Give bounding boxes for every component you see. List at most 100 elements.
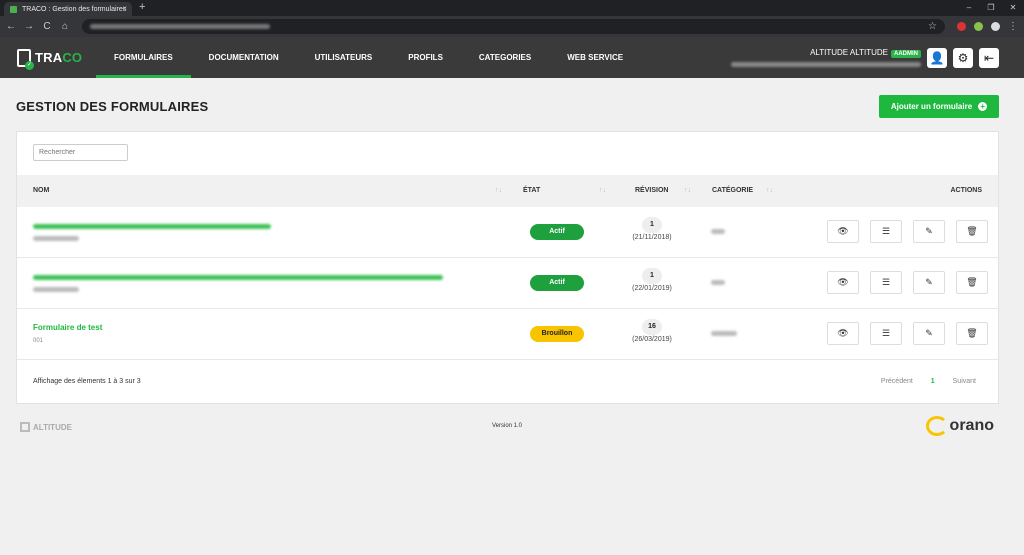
prev-page-link[interactable]: Précédent bbox=[881, 378, 913, 385]
form-name-redacted[interactable] bbox=[33, 224, 271, 229]
revision-date: (22/01/2019) bbox=[632, 285, 672, 292]
page-header: GESTION DES FORMULAIRES Ajouter un formu… bbox=[16, 95, 999, 118]
table-row: Formulaire de test 001 Brouillon 16 (26/0… bbox=[17, 309, 998, 360]
user-name: ALTITUDE ALTITUDE bbox=[810, 48, 888, 57]
list-button[interactable]: ☰ bbox=[870, 322, 902, 345]
logout-icon: ⇤ bbox=[983, 50, 995, 65]
nav-formulaires[interactable]: FORMULAIRES bbox=[96, 37, 191, 78]
col-revision[interactable]: RÉVISION bbox=[635, 187, 668, 194]
revision-cell: 16 (26/03/2019) bbox=[622, 319, 682, 343]
view-button[interactable]: 👁 bbox=[827, 220, 859, 243]
eye-icon: 👁 bbox=[837, 277, 849, 287]
settings-button[interactable]: ⚙ bbox=[953, 47, 973, 68]
altitude-mark-icon bbox=[20, 422, 30, 432]
edit-icon: ✎ bbox=[925, 226, 933, 236]
list-icon: ☰ bbox=[881, 277, 891, 287]
row-actions: 👁 ☰ ✎ 🗑 bbox=[827, 220, 988, 243]
row-actions: 👁 ☰ ✎ 🗑 bbox=[827, 322, 988, 345]
browser-menu-icon[interactable]: ⋮ bbox=[1008, 21, 1018, 32]
view-button[interactable]: 👁 bbox=[827, 322, 859, 345]
nav-profils[interactable]: PROFILS bbox=[390, 37, 461, 78]
logout-button[interactable]: ⇤ bbox=[979, 47, 999, 68]
revision-number: 16 bbox=[642, 319, 662, 335]
edit-icon: ✎ bbox=[925, 277, 933, 287]
eye-icon: 👁 bbox=[837, 226, 849, 236]
extension-abp-icon[interactable] bbox=[957, 22, 966, 31]
category-redacted bbox=[711, 229, 725, 234]
browser-toolbar: ← → C ⌂ ☆ ⋮ bbox=[0, 16, 1024, 37]
logo-text: TRACO bbox=[35, 50, 83, 65]
search-input[interactable] bbox=[33, 144, 128, 161]
new-tab-icon[interactable]: + bbox=[139, 1, 145, 13]
browser-tabbar: TRACO : Gestion des formulaires × + – ❐ … bbox=[0, 0, 1024, 16]
browser-tab[interactable]: TRACO : Gestion des formulaires × bbox=[4, 2, 132, 16]
extension-icon[interactable] bbox=[974, 22, 983, 31]
table-header: NOM ↑↓ ÉTAT ↑↓ RÉVISION ↑↓ CATÉGORIE ↑↓ … bbox=[17, 175, 998, 207]
sort-icon[interactable]: ↑↓ bbox=[684, 187, 691, 194]
restore-icon[interactable]: ❐ bbox=[980, 0, 1002, 16]
next-page-link[interactable]: Suivant bbox=[953, 378, 976, 385]
status-badge: Actif bbox=[530, 275, 584, 291]
edit-icon: ✎ bbox=[925, 328, 933, 338]
nav-categories[interactable]: CATEGORIES bbox=[461, 37, 549, 78]
close-window-icon[interactable]: ✕ bbox=[1002, 0, 1024, 16]
home-icon[interactable]: ⌂ bbox=[60, 21, 70, 32]
forward-icon[interactable]: → bbox=[24, 21, 34, 32]
delete-button[interactable]: 🗑 bbox=[956, 220, 988, 243]
nav-documentation[interactable]: DOCUMENTATION bbox=[191, 37, 297, 78]
address-bar[interactable]: ☆ bbox=[82, 19, 945, 34]
bookmark-star-icon[interactable]: ☆ bbox=[928, 21, 937, 32]
user-role-badge: AADMIN bbox=[891, 50, 921, 58]
view-button[interactable]: 👁 bbox=[827, 271, 859, 294]
user-info: ALTITUDE ALTITUDE AADMIN bbox=[731, 48, 921, 67]
list-button[interactable]: ☰ bbox=[870, 271, 902, 294]
sort-icon[interactable]: ↑↓ bbox=[766, 187, 773, 194]
list-icon: ☰ bbox=[881, 328, 891, 338]
back-icon[interactable]: ← bbox=[6, 21, 16, 32]
minimize-icon[interactable]: – bbox=[958, 0, 980, 16]
traco-logo[interactable]: ✓ TRACO bbox=[0, 37, 96, 78]
list-button[interactable]: ☰ bbox=[870, 220, 902, 243]
category-redacted bbox=[711, 280, 725, 285]
page-1-link[interactable]: 1 bbox=[931, 378, 935, 385]
table-footer: Affichage des élements 1 à 3 sur 3 Précé… bbox=[33, 378, 976, 385]
trash-icon: 🗑 bbox=[966, 328, 978, 338]
add-form-button[interactable]: Ajouter un formulaire + bbox=[879, 95, 999, 118]
form-code-redacted bbox=[33, 236, 79, 241]
edit-button[interactable]: ✎ bbox=[913, 271, 945, 294]
trash-icon: 🗑 bbox=[966, 226, 978, 236]
profile-icon[interactable] bbox=[991, 22, 1000, 31]
forms-table-card: NOM ↑↓ ÉTAT ↑↓ RÉVISION ↑↓ CATÉGORIE ↑↓ … bbox=[16, 131, 999, 404]
delete-button[interactable]: 🗑 bbox=[956, 271, 988, 294]
eye-icon: 👁 bbox=[837, 328, 849, 338]
delete-button[interactable]: 🗑 bbox=[956, 322, 988, 345]
form-code-redacted bbox=[33, 287, 79, 292]
revision-cell: 1 (22/01/2019) bbox=[622, 268, 682, 292]
sort-icon[interactable]: ↑↓ bbox=[599, 187, 606, 194]
nav-web-service[interactable]: WEB SERVICE bbox=[549, 37, 641, 78]
edit-button[interactable]: ✎ bbox=[913, 322, 945, 345]
add-form-label: Ajouter un formulaire bbox=[890, 102, 973, 111]
col-etat[interactable]: ÉTAT bbox=[523, 187, 540, 194]
tab-close-icon[interactable]: × bbox=[122, 4, 127, 13]
col-categorie[interactable]: CATÉGORIE bbox=[712, 187, 753, 194]
page-footer: ALTITUDE Version 1.0 orano bbox=[20, 416, 994, 442]
col-nom[interactable]: NOM bbox=[33, 187, 49, 194]
orano-logo-text: orano bbox=[949, 417, 994, 434]
tab-title: TRACO : Gestion des formulaires bbox=[22, 5, 127, 13]
form-name-link[interactable]: Formulaire de test bbox=[33, 323, 102, 332]
revision-date: (21/11/2018) bbox=[632, 234, 672, 241]
form-name-redacted[interactable] bbox=[33, 275, 443, 280]
favicon-icon bbox=[10, 5, 17, 13]
user-profile-button[interactable]: 👤 bbox=[927, 47, 947, 68]
revision-number: 1 bbox=[642, 217, 662, 233]
plus-circle-icon: + bbox=[978, 102, 988, 111]
orano-logo: orano bbox=[925, 416, 994, 436]
user-zone: ALTITUDE ALTITUDE AADMIN 👤 ⚙ ⇤ bbox=[731, 37, 1024, 78]
edit-button[interactable]: ✎ bbox=[913, 220, 945, 243]
col-actions: ACTIONS bbox=[950, 187, 983, 194]
reload-icon[interactable]: C bbox=[42, 21, 52, 32]
revision-number: 1 bbox=[642, 268, 662, 284]
nav-utilisateurs[interactable]: UTILISATEURS bbox=[297, 37, 391, 78]
sort-icon[interactable]: ↑↓ bbox=[495, 187, 502, 194]
